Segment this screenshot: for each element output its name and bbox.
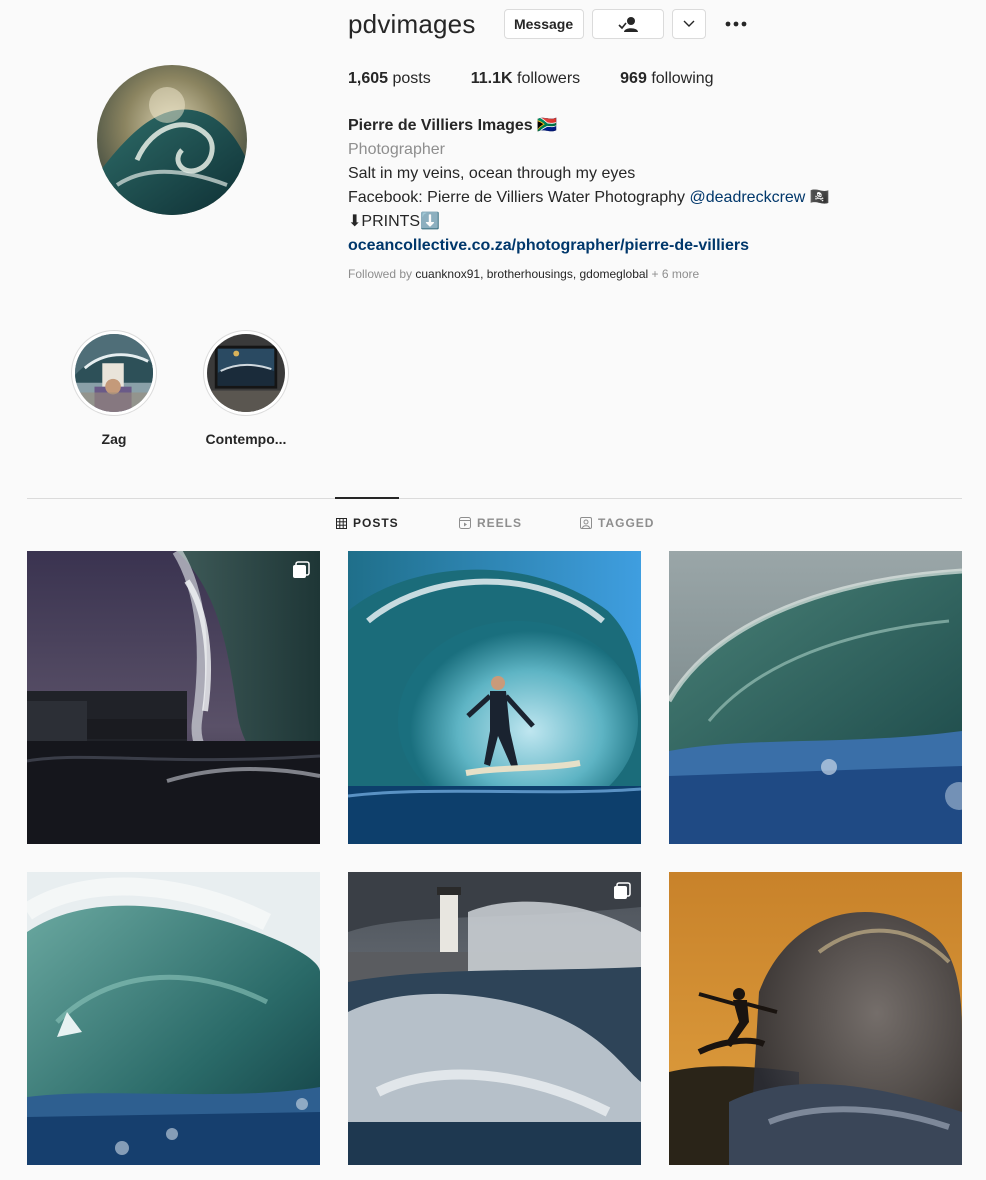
highlight-item[interactable]: Zag bbox=[70, 330, 158, 447]
highlight-ring bbox=[71, 330, 157, 416]
active-tab-indicator bbox=[335, 497, 399, 499]
profile-stats: 1,605 posts 11.1K followers 969 followin… bbox=[348, 70, 754, 88]
post-thumbnail[interactable] bbox=[27, 551, 320, 844]
post-image bbox=[669, 551, 962, 844]
avatar-wave-image bbox=[97, 65, 247, 215]
bio-line-1: Salt in my veins, ocean through my eyes bbox=[348, 165, 636, 182]
bio-flag-emoji: 🏴‍☠️ bbox=[805, 189, 830, 206]
suggestions-dropdown-button[interactable] bbox=[671, 9, 706, 39]
post-image bbox=[348, 551, 641, 844]
post-thumbnail[interactable] bbox=[348, 872, 641, 1165]
profile-avatar[interactable] bbox=[97, 65, 247, 215]
username-row: pdvimages Message bbox=[348, 8, 748, 40]
tab-posts-label: POSTS bbox=[353, 516, 399, 530]
tab-tagged[interactable]: TAGGED bbox=[580, 516, 654, 530]
tab-reels[interactable]: REELS bbox=[459, 516, 522, 530]
post-thumbnail[interactable] bbox=[669, 872, 962, 1165]
followed-by-more[interactable]: + 6 more bbox=[648, 267, 700, 281]
highlight-image bbox=[75, 334, 153, 412]
ellipsis-icon bbox=[725, 21, 746, 27]
tagged-person-icon bbox=[580, 517, 592, 529]
followers-label: followers bbox=[517, 70, 581, 87]
followed-by-prefix: Followed by bbox=[348, 267, 416, 281]
post-thumbnail[interactable] bbox=[348, 551, 641, 844]
more-options-button[interactable] bbox=[724, 12, 748, 36]
highlight-cover bbox=[75, 334, 153, 412]
highlight-cover bbox=[207, 334, 285, 412]
multi-photo-icon bbox=[293, 561, 310, 578]
followers-count: 11.1K bbox=[470, 70, 513, 87]
bio-line-2: Facebook: Pierre de Villiers Water Photo… bbox=[348, 186, 830, 210]
posts-count: 1,605 bbox=[348, 70, 389, 87]
tabs-divider bbox=[27, 498, 962, 499]
followed-by[interactable]: Followed by cuanknox91, brotherhousings,… bbox=[348, 267, 699, 281]
post-thumbnail[interactable] bbox=[669, 551, 962, 844]
posts-label: posts bbox=[392, 70, 431, 87]
following-label: following bbox=[651, 70, 714, 87]
story-highlights: Zag Contempo... bbox=[70, 330, 334, 447]
following-person-icon bbox=[617, 17, 638, 32]
message-button[interactable]: Message bbox=[503, 9, 584, 39]
profile-bio: Pierre de Villiers Images 🇿🇦 Photographe… bbox=[348, 114, 830, 258]
followed-by-users[interactable]: cuanknox91, brotherhousings, gdomeglobal bbox=[415, 267, 648, 281]
following-count: 969 bbox=[620, 70, 647, 87]
tab-reels-label: REELS bbox=[477, 516, 523, 530]
highlight-label: Zag bbox=[101, 431, 127, 447]
post-image bbox=[27, 551, 320, 844]
reels-icon bbox=[459, 517, 471, 529]
highlight-item[interactable]: Contempo... bbox=[202, 330, 290, 447]
profile-category: Photographer bbox=[348, 141, 445, 158]
post-thumbnail[interactable] bbox=[27, 872, 320, 1165]
chevron-down-icon bbox=[683, 20, 695, 27]
posts-stat: 1,605 posts bbox=[348, 70, 431, 88]
post-image bbox=[669, 872, 962, 1165]
highlight-ring bbox=[203, 330, 289, 416]
tab-posts[interactable]: POSTS bbox=[336, 516, 399, 530]
post-image bbox=[27, 872, 320, 1165]
multi-photo-icon bbox=[614, 882, 631, 899]
post-image bbox=[348, 872, 641, 1165]
highlight-image bbox=[207, 334, 285, 412]
bio-mention-link[interactable]: @deadreckcrew bbox=[690, 189, 806, 206]
highlight-label: Contempo... bbox=[205, 431, 287, 447]
bio-line-3: ⬇PRINTS⬇️ bbox=[348, 213, 440, 230]
following-button[interactable] bbox=[591, 9, 664, 39]
grid-icon bbox=[336, 517, 347, 529]
tab-tagged-label: TAGGED bbox=[598, 516, 655, 530]
bio-external-link[interactable]: oceancollective.co.za/photographer/pierr… bbox=[348, 234, 830, 258]
profile-header: pdvimages Message 1,605 posts 11.1K foll… bbox=[0, 0, 986, 300]
followers-stat[interactable]: 11.1K followers bbox=[471, 70, 580, 88]
username: pdvimages bbox=[348, 8, 476, 39]
following-stat[interactable]: 969 following bbox=[620, 70, 713, 88]
bio-facebook-text: Facebook: Pierre de Villiers Water Photo… bbox=[348, 189, 690, 206]
profile-tabs: POSTS REELS TAGGED bbox=[0, 516, 986, 536]
profile-full-name: Pierre de Villiers Images 🇿🇦 bbox=[348, 117, 558, 134]
